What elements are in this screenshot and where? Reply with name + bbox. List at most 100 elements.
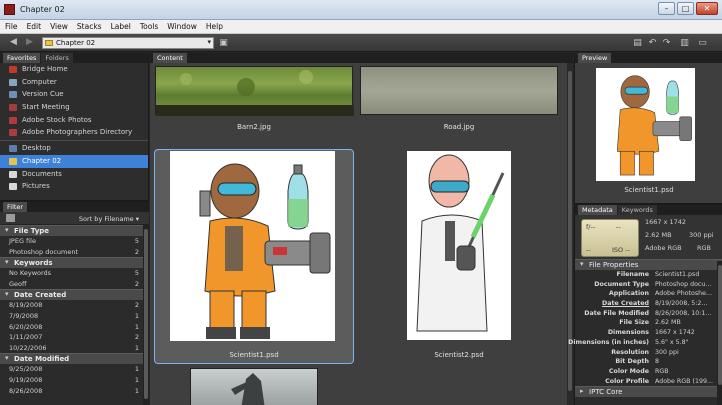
minimize-button[interactable]: – bbox=[658, 2, 675, 15]
filter-row[interactable]: 8/26/2008 1 bbox=[0, 386, 149, 397]
filter-row-count: 1 bbox=[134, 343, 139, 352]
favorite-item[interactable]: Pictures bbox=[0, 180, 148, 193]
reveal-icon[interactable]: ▣ bbox=[218, 38, 229, 48]
filter-row-label: No Keywords bbox=[9, 269, 52, 278]
content-panel: Content Barn2.jpg Road.jpg Scientist1.ps… bbox=[150, 53, 573, 405]
tab-keywords[interactable]: Keywords bbox=[617, 205, 657, 215]
filter-row[interactable]: 9/25/2008 1 bbox=[0, 364, 149, 375]
tab-favorites[interactable]: Favorites bbox=[3, 53, 41, 63]
menu-stacks[interactable]: Stacks bbox=[72, 20, 106, 33]
favorite-item[interactable]: Desktop bbox=[0, 142, 148, 155]
lcd-aperture: f/-- bbox=[586, 223, 596, 231]
metadata-row: Dimensions (in inches) 5.6" x 5.8" bbox=[568, 338, 722, 348]
favorite-item-icon bbox=[9, 116, 17, 124]
menu-view[interactable]: View bbox=[45, 20, 72, 33]
thumbnail-barn2[interactable] bbox=[155, 66, 354, 116]
favorite-item[interactable]: Documents bbox=[0, 168, 148, 181]
metadata-key: Dimensions bbox=[607, 329, 649, 337]
trash-icon[interactable]: ▥ bbox=[679, 38, 690, 48]
close-button[interactable]: ✕ bbox=[696, 2, 718, 15]
rotate-right-icon[interactable]: ↷ bbox=[661, 38, 672, 48]
favorite-item-icon bbox=[9, 78, 17, 86]
favorite-item[interactable]: Computer bbox=[0, 76, 148, 89]
metadata-tabs: Metadata Keywords bbox=[575, 205, 722, 215]
filter-row[interactable]: 1/11/2007 2 bbox=[0, 332, 149, 343]
chevron-down-icon: ▾ bbox=[207, 38, 211, 46]
metadata-value: 2.62 MB bbox=[655, 319, 681, 327]
filter-row[interactable]: 10/22/2006 1 bbox=[0, 343, 149, 354]
sort-dropdown[interactable]: Sort by Filename ▾ bbox=[79, 215, 139, 223]
filter-group-header[interactable]: File Type bbox=[0, 225, 149, 236]
tab-filter[interactable]: Filter bbox=[3, 202, 28, 212]
rotate-left-icon[interactable]: ↶ bbox=[647, 38, 658, 48]
filter-group-header[interactable]: Date Modified bbox=[0, 353, 149, 365]
forward-arrow-icon[interactable]: ▶ bbox=[24, 38, 35, 48]
filter-row[interactable]: 6/20/2008 1 bbox=[0, 322, 149, 333]
thumbnail-statue[interactable] bbox=[190, 368, 318, 405]
menu-label[interactable]: Label bbox=[106, 20, 135, 33]
menu-window[interactable]: Window bbox=[162, 20, 201, 33]
file-properties-header[interactable]: File Properties bbox=[575, 259, 722, 270]
filter-row-label: 7/9/2008 bbox=[9, 311, 39, 320]
filter-group-header[interactable]: Keywords bbox=[0, 257, 149, 269]
back-arrow-icon[interactable]: ◀ bbox=[8, 38, 19, 48]
metadata-row: Filename Scientist1.psd bbox=[575, 270, 722, 280]
favorite-item-label: Version Cue bbox=[22, 90, 64, 99]
content-scrollbar[interactable] bbox=[567, 63, 573, 405]
metadata-panel: Metadata Keywords f/-- -- -- ISO -- 1667… bbox=[568, 203, 722, 405]
filter-row[interactable]: JPEG file 5 bbox=[0, 236, 149, 247]
filter-row[interactable]: No Keywords 5 bbox=[0, 268, 149, 279]
filter-row[interactable]: Photoshop document 2 bbox=[0, 247, 149, 258]
tab-content[interactable]: Content bbox=[153, 53, 187, 63]
filter-row-count: 1 bbox=[134, 375, 139, 384]
iptc-core-header[interactable]: IPTC Core bbox=[575, 386, 722, 398]
favorite-item-icon bbox=[9, 91, 17, 99]
metadata-key: Dimensions (in inches) bbox=[568, 338, 649, 346]
tab-metadata[interactable]: Metadata bbox=[578, 205, 617, 215]
filename-scientist2: Scientist2.psd bbox=[434, 351, 484, 359]
menu-file[interactable]: File bbox=[0, 20, 22, 33]
favorite-item[interactable]: Bridge Home bbox=[0, 63, 148, 76]
menu-help[interactable]: Help bbox=[201, 20, 227, 33]
compact-mode-icon[interactable]: ▭ bbox=[697, 38, 708, 48]
tab-folders[interactable]: Folders bbox=[41, 53, 73, 63]
metadata-row: Resolution 300 ppi bbox=[575, 348, 722, 358]
filter-row-count: 5 bbox=[134, 269, 139, 278]
favorite-item-icon bbox=[9, 145, 17, 153]
metadata-row: Color Mode RGB bbox=[575, 367, 722, 377]
favorite-item[interactable]: Version Cue bbox=[0, 88, 148, 101]
favorite-item[interactable]: Start Meeting bbox=[0, 101, 148, 114]
metadata-value: 5.6" x 5.8" bbox=[655, 338, 689, 346]
favorite-item-icon bbox=[9, 104, 17, 112]
metadata-scroll-thumb[interactable] bbox=[718, 265, 722, 385]
filter-row[interactable]: Geoff 2 bbox=[0, 279, 149, 290]
filter-row[interactable]: 9/19/2008 1 bbox=[0, 375, 149, 386]
filter-row[interactable]: 8/19/2008 2 bbox=[0, 300, 149, 311]
menu-tools[interactable]: Tools bbox=[135, 20, 162, 33]
filter-row-count: 1 bbox=[134, 365, 139, 374]
favorite-item[interactable]: Chapter 02 bbox=[0, 154, 148, 168]
preview-image[interactable] bbox=[596, 68, 695, 181]
filter-row-label: 1/11/2007 bbox=[9, 333, 43, 342]
folder-icon bbox=[45, 40, 53, 46]
thumbnail-scientist1[interactable] bbox=[170, 151, 335, 341]
favorite-item-label: Adobe Stock Photos bbox=[22, 115, 92, 124]
filter-row[interactable]: 7/9/2008 1 bbox=[0, 311, 149, 322]
path-dropdown[interactable]: Chapter 02 ▾ bbox=[42, 37, 214, 49]
menu-edit[interactable]: Edit bbox=[22, 20, 46, 33]
metadata-scrollbar[interactable] bbox=[717, 261, 722, 405]
filter-icon[interactable] bbox=[6, 214, 15, 222]
favorite-item[interactable]: Adobe Stock Photos bbox=[0, 114, 148, 127]
filename-scientist1: Scientist1.psd bbox=[229, 351, 279, 359]
metadata-row: Document Type Photoshop docu... bbox=[575, 280, 722, 290]
filter-group-header[interactable]: Date Created bbox=[0, 289, 149, 301]
thumbnail-scientist2[interactable] bbox=[407, 151, 511, 340]
new-folder-icon[interactable]: ▤ bbox=[632, 38, 643, 48]
filter-scroll-thumb[interactable] bbox=[144, 229, 148, 399]
tab-preview[interactable]: Preview bbox=[578, 53, 612, 63]
metadata-row: Dimensions 1667 x 1742 bbox=[575, 328, 722, 338]
maximize-button[interactable]: □ bbox=[677, 2, 694, 15]
thumbnail-road[interactable] bbox=[360, 66, 558, 115]
favorite-item[interactable]: Adobe Photographers Directory bbox=[0, 126, 148, 139]
filter-scrollbar[interactable] bbox=[143, 225, 149, 405]
